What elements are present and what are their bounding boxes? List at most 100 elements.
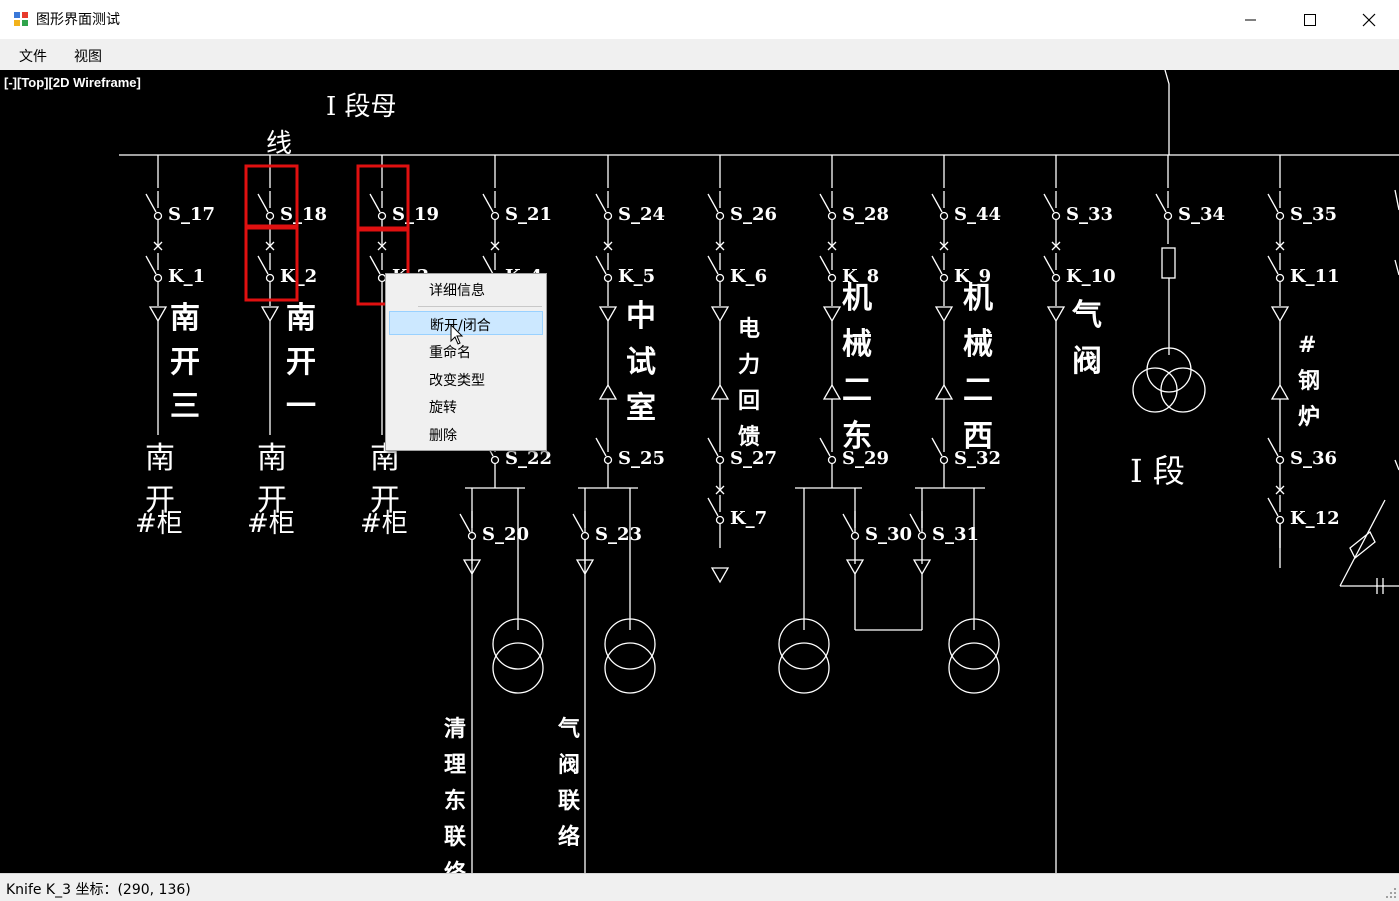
feeder-name-char: 机 [842, 281, 872, 316]
menu-item-rename[interactable]: 重命名 [389, 339, 543, 363]
minimize-icon [1245, 19, 1256, 21]
switch-top-label: S_24 [618, 204, 665, 225]
feeder-name-char: 电 [738, 316, 760, 342]
feeder-arrow [148, 306, 168, 323]
switch-top-blade [257, 193, 269, 213]
menu-view[interactable]: 视图 [74, 46, 102, 66]
window-title: 图形界面测试 [36, 12, 120, 28]
knife-low-contact [1275, 515, 1285, 525]
feeder-arrow [1270, 383, 1290, 400]
cabinet-1: #柜 [135, 509, 183, 539]
menu-item-details[interactable]: 详细信息 [389, 277, 543, 301]
switch-top-blade [145, 193, 157, 213]
feeder-arrow [598, 383, 618, 400]
cabinet-1: 南 [145, 441, 175, 476]
feeder-name-char: 钢 [1298, 368, 1320, 394]
switch-top-label: S_44 [954, 204, 1001, 225]
transformer [778, 642, 830, 694]
bottom-label-char: 络 [444, 860, 466, 873]
switch-low-label: S_23 [595, 524, 642, 545]
knife-label: K_5 [618, 266, 655, 287]
switch-top-label: S_34 [1178, 204, 1225, 225]
transformer [492, 642, 544, 694]
menu-file[interactable]: 文件 [19, 46, 47, 66]
switch-top-label: S_35 [1290, 204, 1337, 225]
single-line-diagram[interactable]: [-][Top][2D Wireframe] I 段母 线 S_17 S_18 S_… [0, 70, 1399, 873]
feeder-name-char: 馈 [738, 424, 760, 450]
knife-contact [603, 273, 613, 283]
knife-label: K_6 [730, 266, 767, 287]
feeder-arrow [822, 383, 842, 400]
switch-top-contact [1163, 211, 1173, 221]
status-text: Knife K_3 坐标：(290, 136) [6, 882, 191, 898]
switch-top-label: S_28 [842, 204, 889, 225]
cabinet-2: #柜 [247, 509, 295, 539]
edge-partial [1349, 530, 1376, 560]
switch-low-contact [580, 531, 590, 541]
knife-contact [265, 273, 275, 283]
cabinet-3: #柜 [360, 509, 408, 539]
switch-mid-contact [603, 455, 613, 465]
switch-mid-contact [490, 455, 500, 465]
switch-top-contact [603, 211, 613, 221]
switch-low-contact [467, 531, 477, 541]
switch-low-blade [459, 513, 471, 533]
switch-mid-contact [715, 455, 725, 465]
knife-low-label: K_7 [730, 508, 767, 529]
switch-top-label: S_21 [505, 204, 552, 225]
maximize-icon [1304, 14, 1316, 26]
switch-top-blade [1043, 193, 1055, 213]
feeder-arrow [934, 306, 954, 323]
feeder-name-char: 一 [286, 389, 316, 424]
drawing-canvas[interactable]: [-][Top][2D Wireframe] I 段母 线 S_17 S_18 S_… [0, 70, 1399, 873]
switch-mid-blade [1267, 437, 1279, 457]
menu-item-change-type[interactable]: 改变类型 [389, 367, 543, 391]
transformer [948, 642, 1000, 694]
bottom-label-char: 清 [444, 716, 466, 742]
knife-blade [1267, 255, 1279, 275]
close-icon [1362, 13, 1376, 27]
feeder-name-char: 三 [170, 389, 200, 424]
switch-top-label: S_26 [730, 204, 777, 225]
edge-partial [1339, 499, 1386, 587]
bottom-label-char: 络 [558, 824, 580, 850]
maximize-button[interactable] [1281, 0, 1339, 39]
context-menu: 详细信息 断开/闭合 重命名 改变类型 旋转 删除 [385, 273, 547, 451]
feeder-name-char: 中 [626, 299, 656, 334]
knife-blade [595, 255, 607, 275]
feeder-name-char: 机 [963, 281, 993, 316]
cabinet-2: 南 [257, 441, 287, 476]
minimize-button[interactable] [1222, 0, 1280, 39]
knife-label: K_10 [1066, 266, 1116, 287]
switch-top-label: S_18 [280, 204, 327, 225]
switch-mid-blade [595, 437, 607, 457]
menu-item-toggle[interactable]: 断开/闭合 [389, 311, 543, 335]
switch-mid-blade [707, 437, 719, 457]
switch-mid-contact [827, 455, 837, 465]
menu-item-rotate[interactable]: 旋转 [389, 394, 543, 418]
status-bar: Knife K_3 坐标：(290, 136) [0, 873, 1399, 901]
bottom-label-char: 阀 [558, 752, 580, 778]
labels-group: S_17 S_18 S_19 S_21 S_24 S_26 S_28 S_44 S_33 S_34… [135, 204, 1340, 873]
knife-contact [1275, 273, 1285, 283]
feeder-name-char: 室 [626, 391, 656, 426]
switch-top-blade [482, 193, 494, 213]
knife-blade [931, 255, 943, 275]
switch-mid-blade [819, 437, 831, 457]
feeder-name-char: 械 [963, 327, 993, 362]
knife-label: K_2 [280, 266, 317, 287]
knife-blade [707, 255, 719, 275]
switch-top-blade [595, 193, 607, 213]
switch-top-label: S_19 [392, 204, 439, 225]
switch-low-contact [850, 531, 860, 541]
resize-grip-icon[interactable] [1385, 887, 1397, 899]
viewport-label[interactable]: [-][Top][2D Wireframe] [4, 75, 141, 90]
switch-top-blade [369, 193, 381, 213]
menu-item-delete[interactable]: 删除 [389, 422, 543, 446]
menu-bar: 文件 视图 [0, 39, 1399, 70]
switch-top-contact [827, 211, 837, 221]
switch-top-blade [707, 193, 719, 213]
close-button[interactable] [1340, 0, 1398, 39]
edge-partial [1394, 459, 1399, 471]
feeder-arrow [1270, 306, 1290, 323]
